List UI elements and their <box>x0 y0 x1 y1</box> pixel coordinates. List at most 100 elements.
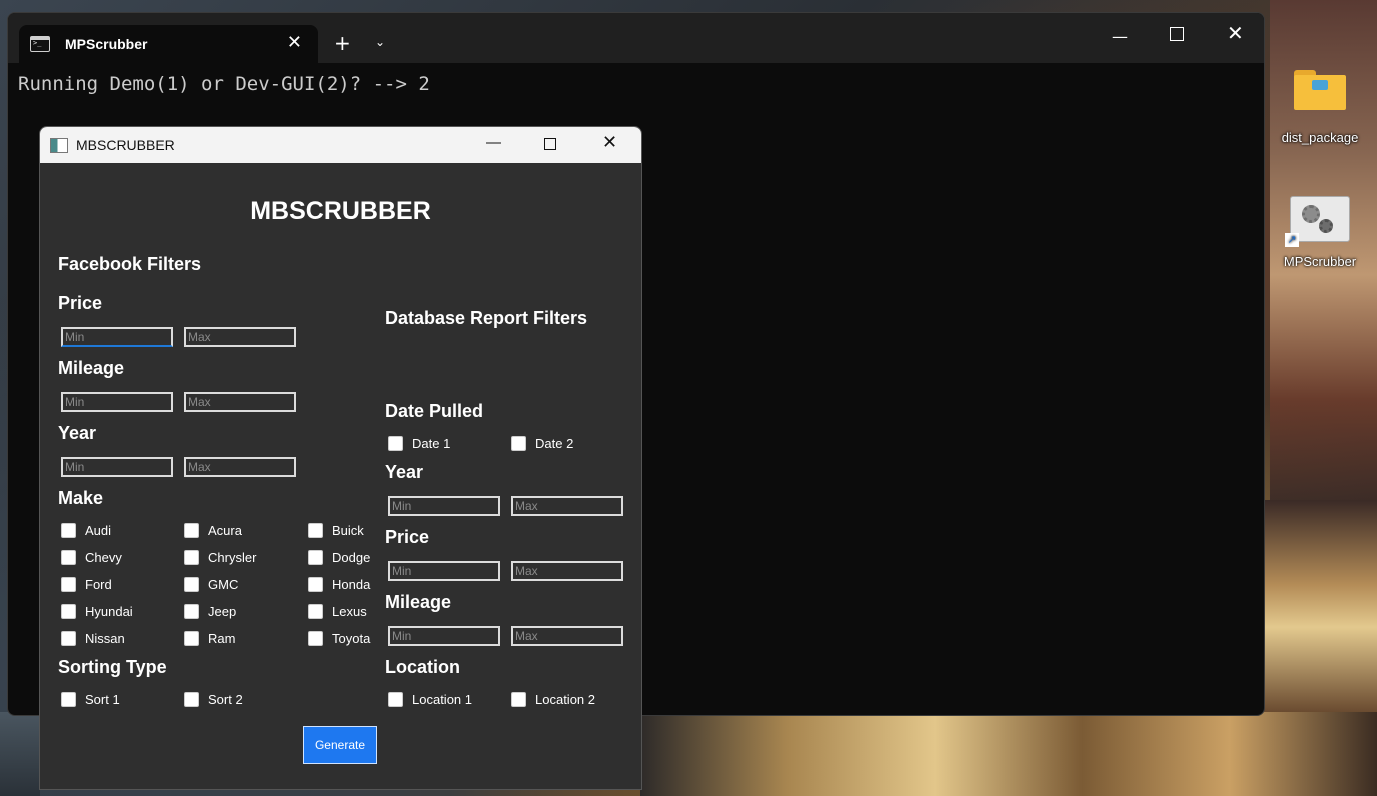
checkbox-label: Toyota <box>332 631 371 646</box>
location-checkbox-1[interactable]: Location 1 <box>388 692 472 707</box>
make-checkbox-gmc[interactable]: GMC <box>184 577 238 592</box>
app-window-title: MBSCRUBBER <box>76 137 175 153</box>
fb-year-max-input[interactable] <box>184 457 296 477</box>
fb-mileage-label: Mileage <box>58 358 125 378</box>
checkbox-label: Nissan <box>85 631 125 646</box>
db-year-label: Year <box>385 462 424 482</box>
checkbox[interactable] <box>184 604 199 619</box>
checkbox[interactable] <box>308 631 323 646</box>
db-price-label: Price <box>385 527 430 547</box>
checkbox-label: Location 1 <box>412 692 472 707</box>
terminal-titlebar: MPScrubber ✕ + ⌄ — ✕ <box>8 13 1264 63</box>
close-button[interactable]: ✕ <box>602 133 617 151</box>
checkbox[interactable] <box>184 523 199 538</box>
minimize-button[interactable]: — <box>486 135 501 151</box>
checkbox[interactable] <box>388 692 403 707</box>
checkbox[interactable] <box>61 577 76 592</box>
checkbox-label: Ford <box>85 577 112 592</box>
checkbox[interactable] <box>388 436 403 451</box>
shortcut-arrow-icon: ↗ <box>1285 233 1299 247</box>
close-button[interactable]: ✕ <box>1227 23 1244 43</box>
checkbox-label: Sort 2 <box>208 692 243 707</box>
desktop-icon-dist-package[interactable]: dist_package <box>1272 70 1368 145</box>
fb-price-label: Price <box>58 293 103 313</box>
chevron-down-icon[interactable]: ⌄ <box>375 35 385 49</box>
make-checkbox-chevy[interactable]: Chevy <box>61 550 122 565</box>
checkbox[interactable] <box>308 604 323 619</box>
location-label: Location <box>385 657 460 677</box>
fb-year-label: Year <box>58 423 97 443</box>
terminal-output: Running Demo(1) or Dev-GUI(2)? --> 2 <box>18 73 430 95</box>
make-checkbox-acura[interactable]: Acura <box>184 523 242 538</box>
fb-price-max-input[interactable] <box>184 327 296 347</box>
db-mileage-label: Mileage <box>385 592 452 612</box>
app-icon <box>50 137 68 153</box>
desktop-icon-mpscrubber[interactable]: ↗ MPScrubber <box>1272 196 1368 269</box>
location-checkbox-2[interactable]: Location 2 <box>511 692 595 707</box>
checkbox[interactable] <box>61 523 76 538</box>
checkbox[interactable] <box>184 692 199 707</box>
db-year-max-input[interactable] <box>511 496 623 516</box>
checkbox[interactable] <box>61 692 76 707</box>
make-checkbox-ram[interactable]: Ram <box>184 631 235 646</box>
fb-price-min-input[interactable] <box>61 327 173 347</box>
app-titlebar: MBSCRUBBER — ✕ <box>40 127 641 163</box>
maximize-button[interactable] <box>1170 27 1184 41</box>
checkbox-label: Location 2 <box>535 692 595 707</box>
new-tab-button[interactable]: + <box>334 33 351 53</box>
checkbox[interactable] <box>184 577 199 592</box>
checkbox-label: Sort 1 <box>85 692 120 707</box>
make-checkbox-hyundai[interactable]: Hyundai <box>61 604 133 619</box>
checkbox[interactable] <box>184 631 199 646</box>
checkbox-label: Dodge <box>332 550 371 565</box>
db-mileage-min-input[interactable] <box>388 626 500 646</box>
make-checkbox-buick[interactable]: Buick <box>308 523 364 538</box>
checkbox[interactable] <box>184 550 199 565</box>
db-price-max-input[interactable] <box>511 561 623 581</box>
date-pulled-label: Date Pulled <box>385 401 484 421</box>
checkbox[interactable] <box>308 577 323 592</box>
checkbox-label: Honda <box>332 577 371 592</box>
db-year-min-input[interactable] <box>388 496 500 516</box>
make-checkbox-chrysler[interactable]: Chrysler <box>184 550 256 565</box>
maximize-button[interactable] <box>544 138 556 150</box>
sort-checkbox-1[interactable]: Sort 1 <box>61 692 120 707</box>
wallpaper-art <box>0 712 40 796</box>
checkbox-label: Hyundai <box>85 604 133 619</box>
date-checkbox-2[interactable]: Date 2 <box>511 436 573 451</box>
minimize-button[interactable]: — <box>1112 29 1128 45</box>
terminal-tab[interactable]: MPScrubber ✕ <box>19 25 318 63</box>
close-tab-icon[interactable]: ✕ <box>287 34 302 52</box>
checkbox[interactable] <box>511 436 526 451</box>
fb-mileage-min-input[interactable] <box>61 392 173 412</box>
fb-mileage-max-input[interactable] <box>184 392 296 412</box>
make-checkbox-honda[interactable]: Honda <box>308 577 370 592</box>
sort-checkbox-2[interactable]: Sort 2 <box>184 692 243 707</box>
make-checkbox-nissan[interactable]: Nissan <box>61 631 125 646</box>
terminal-tab-title: MPScrubber <box>65 36 148 52</box>
checkbox-label: Chrysler <box>208 550 257 565</box>
checkbox-label: Date 2 <box>535 436 574 451</box>
generate-button[interactable]: Generate <box>303 726 377 764</box>
make-checkbox-audi[interactable]: Audi <box>61 523 111 538</box>
make-checkbox-lexus[interactable]: Lexus <box>308 604 367 619</box>
fb-year-min-input[interactable] <box>61 457 173 477</box>
terminal-icon <box>30 36 50 52</box>
make-checkbox-toyota[interactable]: Toyota <box>308 631 370 646</box>
make-checkbox-dodge[interactable]: Dodge <box>308 550 370 565</box>
checkbox-label: Buick <box>332 523 364 538</box>
checkbox[interactable] <box>308 550 323 565</box>
checkbox[interactable] <box>61 631 76 646</box>
make-checkbox-ford[interactable]: Ford <box>61 577 112 592</box>
db-mileage-max-input[interactable] <box>511 626 623 646</box>
checkbox[interactable] <box>61 550 76 565</box>
checkbox-label: Lexus <box>332 604 367 619</box>
db-price-min-input[interactable] <box>388 561 500 581</box>
folder-icon <box>1294 70 1346 110</box>
date-checkbox-1[interactable]: Date 1 <box>388 436 450 451</box>
checkbox-label: Jeep <box>208 604 237 619</box>
checkbox[interactable] <box>308 523 323 538</box>
checkbox[interactable] <box>511 692 526 707</box>
make-checkbox-jeep[interactable]: Jeep <box>184 604 236 619</box>
checkbox[interactable] <box>61 604 76 619</box>
